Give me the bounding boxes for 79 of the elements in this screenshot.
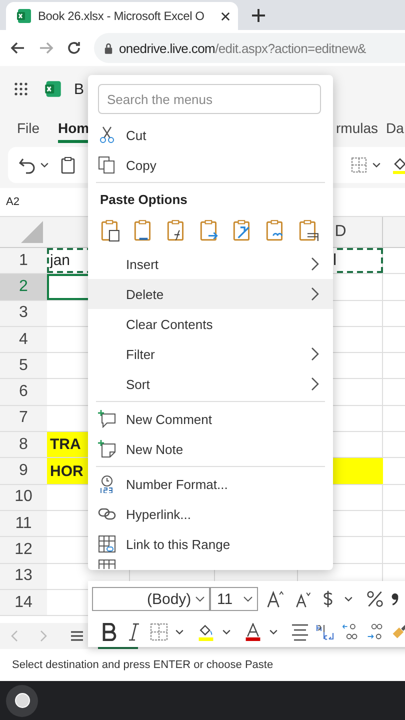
all-sheets-icon[interactable]: [70, 630, 84, 642]
ribbon-tab[interactable]: Da: [386, 120, 404, 140]
table-icon: [98, 559, 116, 569]
ribbon-tab[interactable]: rmulas: [336, 120, 378, 140]
caret-icon[interactable]: [269, 629, 278, 635]
new-tab-icon[interactable]: [252, 9, 265, 22]
font-name-field[interactable]: (Body): [92, 587, 210, 611]
borders-icon[interactable]: [150, 623, 168, 641]
menu-heading: Paste Options: [99, 191, 188, 209]
clipboard-icon[interactable]: [199, 219, 220, 242]
shrink-font-icon[interactable]: [294, 590, 312, 608]
comment-icon: [98, 410, 116, 428]
search-field[interactable]: Search the menus: [98, 84, 321, 114]
menu-item[interactable]: Sort: [88, 369, 333, 399]
close-icon[interactable]: [221, 12, 230, 20]
copy-icon: [98, 156, 116, 174]
row-header[interactable]: 5: [0, 353, 47, 378]
align-center-icon[interactable]: [291, 623, 309, 641]
undo-icon[interactable]: [18, 156, 36, 174]
chevron-right-icon: [311, 347, 319, 361]
bold-icon[interactable]: [100, 623, 118, 641]
caret-icon[interactable]: [175, 629, 184, 635]
caret-icon[interactable]: [344, 596, 353, 602]
address-bar[interactable]: onedrive.live.com/edit.aspx?action=editnew&: [94, 33, 405, 63]
chevron-down-icon: [243, 596, 253, 602]
scissors-icon: [98, 126, 116, 144]
chevron-right-icon: [311, 257, 319, 271]
file-name[interactable]: B: [74, 80, 84, 98]
chevron-down-icon: [195, 596, 205, 602]
chevron-right-icon: [311, 287, 319, 301]
menu-item[interactable]: Insert: [88, 249, 333, 279]
decrease-decimal-icon[interactable]: [366, 623, 384, 641]
menu-item[interactable]: New Comment: [88, 404, 333, 434]
back-icon[interactable]: [10, 40, 26, 56]
row-header[interactable]: 14: [0, 590, 47, 616]
row-header[interactable]: 3: [0, 300, 47, 326]
chevron-right-icon: [311, 377, 319, 391]
status-text: Select destination and press ENTER or choose Paste: [11, 658, 274, 673]
percent-icon[interactable]: [366, 590, 384, 608]
menu-item[interactable]: Link to this Range: [88, 529, 333, 559]
launcher-button[interactable]: [6, 684, 38, 716]
excel-icon: [16, 8, 32, 24]
font-size-field[interactable]: 11: [210, 587, 258, 611]
menu-item[interactable]: Clear Contents: [88, 309, 333, 339]
row-header[interactable]: 8: [0, 432, 47, 458]
fill-color-icon[interactable]: [391, 156, 405, 174]
clipboard-icon[interactable]: [100, 219, 121, 242]
font-color-icon[interactable]: [244, 623, 262, 641]
lock-icon: [104, 42, 113, 54]
menu-item[interactable]: Delete: [88, 279, 333, 309]
note-icon: [98, 440, 116, 458]
row-header[interactable]: 13: [0, 564, 47, 589]
table-cell-text: l: [333, 250, 338, 271]
menu-item[interactable]: Hyperlink...: [88, 499, 333, 529]
row-header[interactable]: 4: [0, 326, 47, 352]
wrap-text-icon[interactable]: [316, 623, 334, 641]
caret-icon[interactable]: [372, 162, 381, 168]
row-header[interactable]: 9: [0, 458, 47, 484]
fill-color-icon[interactable]: [197, 623, 215, 641]
format-painter-icon[interactable]: [391, 623, 405, 641]
caret-icon[interactable]: [222, 629, 231, 635]
menu-item[interactable]: Cut: [88, 120, 333, 150]
table-link-icon: [98, 535, 116, 553]
menu-item[interactable]: Filter: [88, 339, 333, 369]
ribbon-tab[interactable]: File: [17, 120, 40, 140]
row-header[interactable]: 6: [0, 379, 47, 405]
row-header[interactable]: 10: [0, 484, 47, 510]
clipboard-icon[interactable]: [298, 219, 319, 242]
clipboard-icon[interactable]: [59, 156, 77, 174]
row-header[interactable]: 1: [0, 248, 47, 274]
caret-icon[interactable]: [40, 162, 49, 168]
reload-icon[interactable]: [66, 40, 82, 56]
name-box[interactable]: A2: [6, 196, 20, 208]
row-header[interactable]: 11: [0, 510, 47, 536]
row-header[interactable]: 7: [0, 406, 47, 432]
app-launcher-icon[interactable]: [14, 82, 28, 96]
row-header[interactable]: 12: [0, 537, 47, 563]
excel-icon: [44, 80, 62, 98]
increase-decimal-icon[interactable]: [341, 623, 359, 641]
